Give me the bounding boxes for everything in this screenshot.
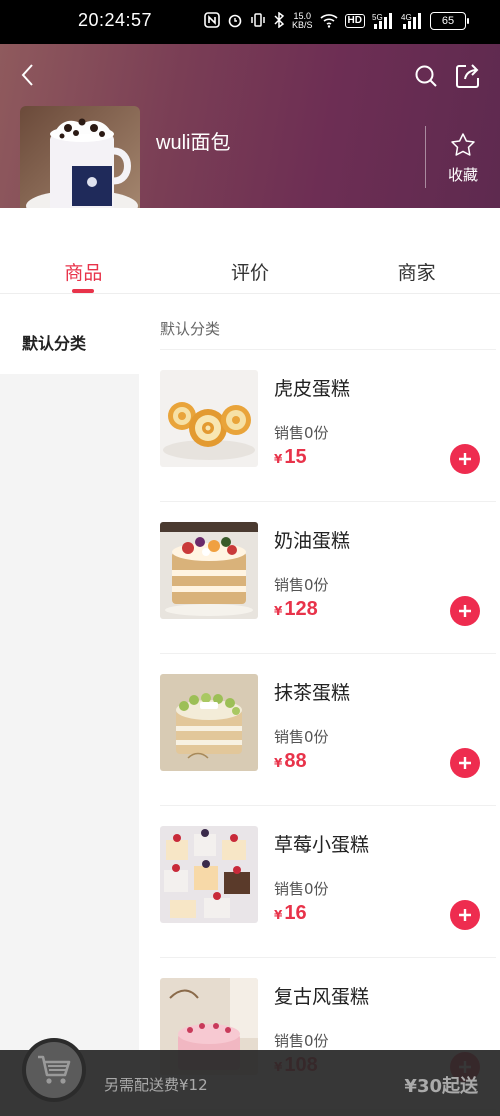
product-image — [160, 826, 258, 923]
search-icon — [415, 65, 437, 87]
bluetooth-icon — [273, 11, 285, 30]
product-name: 虎皮蛋糕 — [274, 378, 351, 400]
product-name: 奶油蛋糕 — [274, 530, 351, 552]
currency-symbol: ¥ — [274, 452, 283, 466]
delivery-fee: 另需配送费¥12 — [104, 1076, 208, 1094]
hd-badge: HD — [344, 14, 365, 28]
currency-symbol: ¥ — [274, 604, 283, 618]
product-price: ¥15 — [274, 446, 307, 469]
product-list: 默认分类 虎皮蛋糕 销售0份 ¥15 奶油蛋糕 销售0份 ¥ 128 抹茶蛋糕 … — [139, 294, 500, 1116]
price-value: 128 — [284, 598, 318, 620]
product-sold: 销售0份 — [274, 1032, 329, 1050]
category-sidebar: 默认分类 — [0, 294, 139, 1116]
signal-4g-label: 4G — [401, 13, 412, 22]
favorite-button[interactable]: 收藏 — [440, 132, 486, 185]
share-icon — [456, 64, 479, 88]
product-sold: 销售0份 — [274, 424, 329, 442]
status-icons: 15.0 KB/S HD 5G 4G 65 — [204, 11, 469, 30]
list-item[interactable]: 虎皮蛋糕 销售0份 ¥15 — [160, 350, 496, 502]
add-to-cart-button[interactable] — [450, 748, 480, 778]
sidebar-item-default[interactable]: 默认分类 — [0, 294, 139, 374]
add-to-cart-button[interactable] — [450, 596, 480, 626]
plus-icon — [459, 909, 471, 921]
product-price: ¥16 — [274, 902, 307, 925]
min-order-button[interactable]: ¥30起送 — [404, 1072, 478, 1098]
status-time: 20:24:57 — [78, 10, 153, 30]
signal-5g-icon: 5G — [372, 12, 394, 30]
add-to-cart-button[interactable] — [450, 444, 480, 474]
list-item[interactable]: 奶油蛋糕 销售0份 ¥128 — [160, 502, 496, 654]
favorite-label: 收藏 — [447, 166, 478, 184]
tab-merchant[interactable]: 商家 — [333, 208, 500, 293]
wifi-icon — [320, 12, 338, 30]
vibrate-icon — [250, 12, 266, 30]
product-price: ¥128 — [274, 598, 318, 621]
plus-icon — [459, 757, 471, 769]
header-divider — [425, 126, 426, 188]
tab-products[interactable]: 商品 — [0, 208, 167, 293]
price-value: 88 — [284, 750, 307, 772]
product-sold: 销售0份 — [274, 576, 329, 594]
plus-icon — [459, 605, 471, 617]
back-button[interactable] — [16, 62, 42, 88]
product-sold: 销售0份 — [274, 728, 329, 746]
back-arrow-icon — [21, 64, 33, 86]
shop-header: wuli面包 收藏 — [0, 44, 500, 224]
cart-button[interactable] — [22, 1038, 86, 1102]
star-icon — [451, 133, 475, 156]
currency-symbol: ¥ — [274, 908, 283, 922]
signal-4g-icon: 4G — [401, 12, 423, 30]
battery-icon: 65 — [430, 12, 469, 30]
product-image — [160, 522, 258, 619]
product-name: 抹茶蛋糕 — [274, 682, 351, 704]
search-button[interactable] — [414, 64, 438, 88]
share-button[interactable] — [454, 62, 482, 90]
product-sold: 销售0份 — [274, 880, 329, 898]
price-value: 15 — [284, 446, 307, 468]
currency-symbol: ¥ — [274, 756, 283, 770]
section-title: 默认分类 — [160, 294, 496, 350]
tab-reviews[interactable]: 评价 — [167, 208, 334, 293]
product-price: ¥88 — [274, 750, 307, 773]
add-to-cart-button[interactable] — [450, 900, 480, 930]
list-item[interactable]: 抹茶蛋糕 销售0份 ¥88 — [160, 654, 496, 806]
product-name: 复古风蛋糕 — [274, 986, 370, 1008]
list-item[interactable]: 草莓小蛋糕 销售0份 ¥16 — [160, 806, 496, 958]
shop-name: wuli面包 — [156, 132, 231, 154]
shop-avatar — [20, 106, 140, 224]
plus-icon — [459, 453, 471, 465]
tab-bar: 商品 评价 商家 — [0, 208, 500, 294]
signal-5g-label: 5G — [372, 13, 383, 22]
alarm-icon — [227, 12, 243, 30]
status-bar: 20:24:57 15.0 KB/S HD 5G 4G 65 — [0, 0, 500, 44]
network-speed: 15.0 KB/S — [292, 11, 313, 30]
nfc-icon — [204, 12, 220, 30]
product-image — [160, 674, 258, 771]
cart-bar: 另需配送费¥12 ¥30起送 — [0, 1038, 500, 1116]
price-value: 16 — [284, 902, 307, 924]
product-image — [160, 370, 258, 467]
battery-level: 65 — [441, 15, 455, 27]
cart-icon — [38, 1055, 71, 1084]
product-name: 草莓小蛋糕 — [274, 834, 370, 856]
